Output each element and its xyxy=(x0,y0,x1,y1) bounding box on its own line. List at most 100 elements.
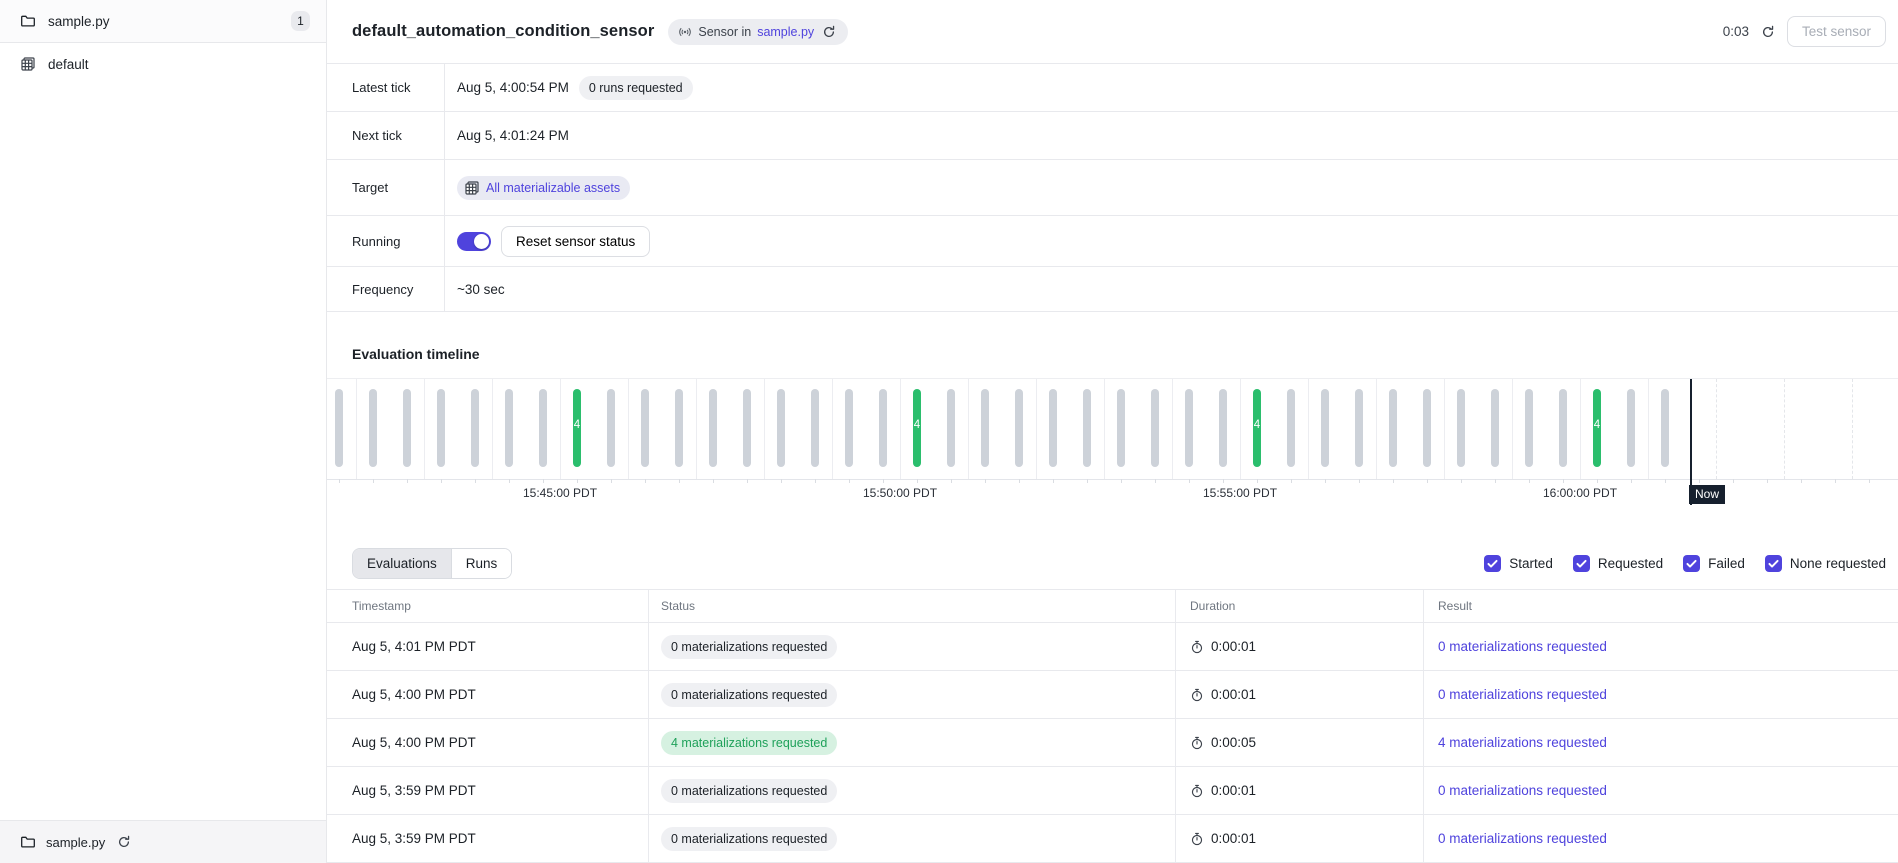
axis-minor-tick xyxy=(1427,479,1428,483)
timeline-bar[interactable] xyxy=(1525,389,1533,467)
filter-requested[interactable]: Requested xyxy=(1573,555,1663,572)
timeline-bar[interactable] xyxy=(1559,389,1567,467)
timeline-bar[interactable] xyxy=(1083,389,1091,467)
timeline-bar[interactable] xyxy=(369,389,377,467)
test-sensor-button[interactable]: Test sensor xyxy=(1787,16,1886,47)
timeline-bar[interactable] xyxy=(1627,389,1635,467)
tab-evaluations[interactable]: Evaluations xyxy=(353,549,451,578)
timeline-bar[interactable] xyxy=(1151,389,1159,467)
toggle-knob xyxy=(474,234,489,249)
dagster-sensor-page: sample.py 1 default sample.py default_au… xyxy=(0,0,1898,863)
timeline-bar[interactable] xyxy=(641,389,649,467)
column-header-duration: Duration xyxy=(1175,590,1423,622)
timeline-bar[interactable] xyxy=(1185,389,1193,467)
page-header: default_automation_condition_sensor Sens… xyxy=(327,0,1898,63)
sensor-origin-link[interactable]: sample.py xyxy=(757,25,814,39)
checkbox-checked-icon[interactable] xyxy=(1683,555,1700,572)
gridline xyxy=(1376,379,1377,479)
timeline-bar[interactable] xyxy=(471,389,479,467)
timeline-bar[interactable] xyxy=(981,389,989,467)
sidebar-item-default[interactable]: default xyxy=(0,43,326,85)
result-link[interactable]: 4 materializations requested xyxy=(1438,735,1607,750)
axis-minor-tick xyxy=(577,479,578,483)
refresh-icon-button[interactable] xyxy=(1759,23,1777,41)
timeline-bar[interactable] xyxy=(1457,389,1465,467)
tab-runs[interactable]: Runs xyxy=(451,549,512,578)
timeline-bar[interactable] xyxy=(1389,389,1397,467)
result-link[interactable]: 0 materializations requested xyxy=(1438,687,1607,702)
timeline-bar[interactable] xyxy=(811,389,819,467)
table-row: Aug 5, 4:00 PM PDT 0 materializations re… xyxy=(327,671,1898,719)
timeline-bar[interactable] xyxy=(1117,389,1125,467)
axis-minor-tick xyxy=(1155,479,1156,483)
filter-none-requested[interactable]: None requested xyxy=(1765,555,1886,572)
timeline-bar[interactable] xyxy=(845,389,853,467)
timeline-bar[interactable] xyxy=(1287,389,1295,467)
timeline-bar[interactable] xyxy=(1015,389,1023,467)
axis-minor-tick xyxy=(441,479,442,483)
axis-minor-tick xyxy=(679,479,680,483)
evaluation-timeline-section: Evaluation timeline 15:45:00 PDT 15:50:0… xyxy=(327,312,1898,504)
axis-minor-tick xyxy=(1393,479,1394,483)
gridline xyxy=(560,379,561,479)
next-tick-value: Aug 5, 4:01:24 PM xyxy=(457,128,569,143)
axis-minor-tick xyxy=(1699,479,1700,483)
gridline xyxy=(356,379,357,479)
timeline-bar[interactable] xyxy=(709,389,717,467)
timeline-bar[interactable] xyxy=(1049,389,1057,467)
evaluation-timeline-chart: 15:45:00 PDT 15:50:00 PDT 15:55:00 PDT 1… xyxy=(327,378,1898,504)
filter-failed[interactable]: Failed xyxy=(1683,555,1745,572)
result-link[interactable]: 0 materializations requested xyxy=(1438,639,1607,654)
sensor-origin-chip: Sensor in sample.py xyxy=(668,19,848,45)
folder-icon xyxy=(20,834,36,850)
target-assets-chip[interactable]: All materializable assets xyxy=(457,176,630,200)
running-toggle[interactable] xyxy=(457,232,491,251)
timeline-bar[interactable]: 4 xyxy=(1253,389,1261,467)
timeline-bar[interactable] xyxy=(1355,389,1363,467)
timeline-bar[interactable] xyxy=(1491,389,1499,467)
timeline-bar[interactable] xyxy=(335,389,343,467)
timeline-bar[interactable] xyxy=(947,389,955,467)
timeline-bar[interactable]: 4 xyxy=(913,389,921,467)
timeline-bar[interactable] xyxy=(539,389,547,467)
axis-minor-tick xyxy=(1257,479,1258,483)
duration-value: 0:00:01 xyxy=(1211,831,1256,846)
frequency-value: ~30 sec xyxy=(457,282,505,297)
timeline-bar[interactable] xyxy=(1219,389,1227,467)
result-link[interactable]: 0 materializations requested xyxy=(1438,783,1607,798)
axis-minor-tick xyxy=(1087,479,1088,483)
timeline-bar[interactable] xyxy=(1423,389,1431,467)
reload-repo-icon[interactable] xyxy=(115,833,133,851)
checkbox-checked-icon[interactable] xyxy=(1484,555,1501,572)
timeline-bar[interactable] xyxy=(675,389,683,467)
gridline xyxy=(1648,379,1649,479)
gridline xyxy=(1784,379,1785,479)
sidebar-repo-header[interactable]: sample.py 1 xyxy=(0,0,326,43)
latest-tick-value: Aug 5, 4:00:54 PM xyxy=(457,80,569,95)
timeline-bar[interactable] xyxy=(437,389,445,467)
axis-minor-tick xyxy=(815,479,816,483)
timeline-bar[interactable] xyxy=(403,389,411,467)
timeline-bar[interactable] xyxy=(743,389,751,467)
filter-started[interactable]: Started xyxy=(1484,555,1553,572)
timeline-bar[interactable] xyxy=(1321,389,1329,467)
reset-sensor-status-button[interactable]: Reset sensor status xyxy=(501,226,650,257)
timeline-bar[interactable] xyxy=(607,389,615,467)
reload-definitions-icon[interactable] xyxy=(820,23,838,41)
timeline-bar[interactable]: 4 xyxy=(573,389,581,467)
timeline-bar[interactable] xyxy=(505,389,513,467)
gridline xyxy=(1308,379,1309,479)
detail-label: Latest tick xyxy=(327,64,445,111)
axis-minor-tick xyxy=(1053,479,1054,483)
table-row: Aug 5, 4:01 PM PDT 0 materializations re… xyxy=(327,623,1898,671)
axis-minor-tick xyxy=(1801,479,1802,483)
checkbox-checked-icon[interactable] xyxy=(1765,555,1782,572)
timeline-bar[interactable] xyxy=(1661,389,1669,467)
axis-minor-tick xyxy=(985,479,986,483)
timeline-bar[interactable] xyxy=(879,389,887,467)
timeline-bar[interactable] xyxy=(777,389,785,467)
gridline xyxy=(1444,379,1445,479)
checkbox-checked-icon[interactable] xyxy=(1573,555,1590,572)
timeline-bar[interactable]: 4 xyxy=(1593,389,1601,467)
result-link[interactable]: 0 materializations requested xyxy=(1438,831,1607,846)
